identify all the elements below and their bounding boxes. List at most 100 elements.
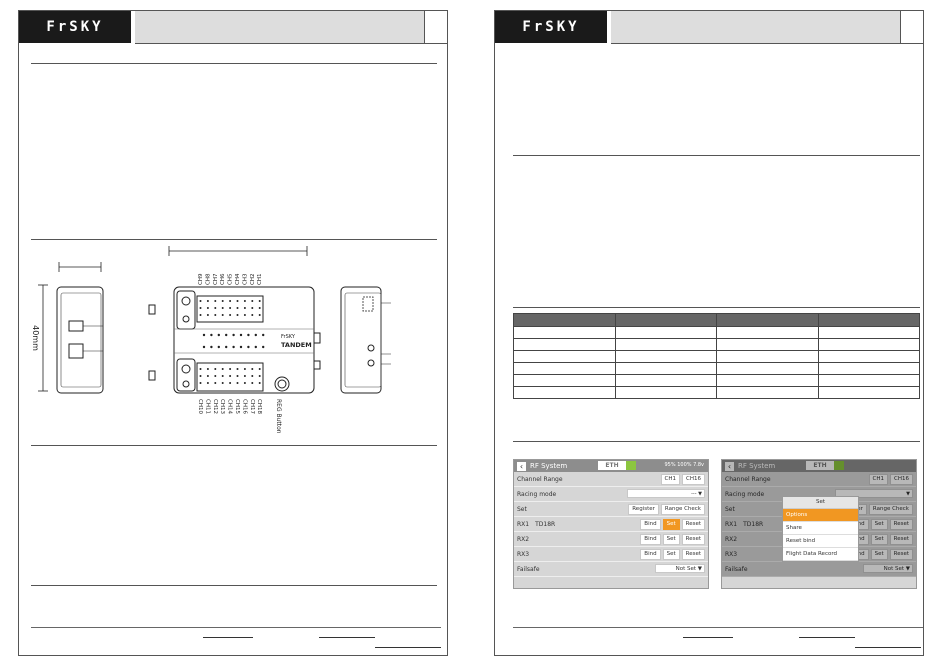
reset-button[interactable]: Reset xyxy=(889,549,913,560)
servo-pin xyxy=(206,300,209,302)
servo-pin xyxy=(199,368,202,370)
eth-indicator-green xyxy=(834,461,844,470)
footer-line xyxy=(31,627,441,628)
reg-button-label: REG Button xyxy=(275,399,282,434)
screen-title: RF System xyxy=(530,462,568,470)
bind-button[interactable]: Bind xyxy=(640,549,661,560)
left-page: FrSKY 40mm TANDEM FrSKY CH9 CH8 CH7 CH6 … xyxy=(18,10,448,656)
servo-pin xyxy=(229,300,232,302)
reset-button[interactable]: Reset xyxy=(681,549,705,560)
page-number-box xyxy=(424,11,447,44)
racing-mode-row: Racing mode --- ▼ xyxy=(514,487,708,502)
table-row xyxy=(513,338,920,351)
bind-button[interactable]: Bind xyxy=(640,519,661,530)
servo-pin xyxy=(243,382,246,384)
servo-pin xyxy=(251,314,254,316)
eth-indicator-green xyxy=(626,461,636,470)
channel-label-ch10: CH10 xyxy=(197,399,203,414)
servo-pin xyxy=(258,307,261,309)
servo-pin xyxy=(236,382,239,384)
servo-pin xyxy=(258,314,261,316)
row-label: RX2 xyxy=(725,535,738,543)
bind-button[interactable]: Bind xyxy=(640,534,661,545)
servo-pin xyxy=(199,300,202,302)
ch16-button[interactable]: CH16 xyxy=(682,474,705,485)
indicator-dot xyxy=(225,333,228,337)
set-button[interactable]: Set xyxy=(662,549,680,560)
servo-pin xyxy=(221,382,224,384)
page-header: FrSKY xyxy=(19,11,447,44)
page-number-box xyxy=(900,11,923,44)
channel-label-ch14: CH14 xyxy=(227,399,233,414)
servo-pin xyxy=(251,375,254,377)
servo-pin xyxy=(221,375,224,377)
reset-button[interactable]: Reset xyxy=(681,519,705,530)
set-button-active[interactable]: Set xyxy=(662,519,680,530)
range-check-button[interactable]: Range Check xyxy=(660,504,705,515)
dropdown-arrow-icon: ▼ xyxy=(697,566,702,572)
screen-title: RF System xyxy=(738,462,776,470)
page-header: FrSKY xyxy=(495,11,923,44)
set-button[interactable]: Set xyxy=(870,549,888,560)
header-bar xyxy=(611,11,901,44)
menu-item-flight-data-record[interactable]: Flight Data Record xyxy=(783,548,858,561)
section-divider xyxy=(31,63,437,64)
channel-label-ch4: CH4 xyxy=(235,273,241,285)
back-arrow-icon[interactable]: ‹ xyxy=(725,461,734,471)
channel-label-ch7: CH7 xyxy=(213,273,219,285)
dropdown-value: Not Set xyxy=(883,566,905,572)
servo-pin xyxy=(229,368,232,370)
indicator-dot xyxy=(202,345,206,349)
popup-title: Set xyxy=(783,497,858,509)
rf-system-screenshot: ‹ RF System ETH 95% 100% 7.8v Channel Ra… xyxy=(513,459,709,589)
row-label: Channel Range xyxy=(517,475,563,483)
servo-pin xyxy=(243,307,246,309)
servo-pin xyxy=(243,368,246,370)
racing-mode-dropdown[interactable]: --- ▼ xyxy=(627,489,705,498)
servo-pin xyxy=(243,375,246,377)
back-arrow-icon[interactable]: ‹ xyxy=(517,461,526,471)
channel-range-row: Channel Range CH1 CH16 xyxy=(722,472,916,487)
ch1-button[interactable]: CH1 xyxy=(868,474,889,485)
header-bar xyxy=(135,11,425,44)
tandem-label: TANDEM xyxy=(281,341,312,349)
reset-button[interactable]: Reset xyxy=(889,534,913,545)
set-row: Set Register Range Check xyxy=(514,502,708,517)
reset-button[interactable]: Reset xyxy=(889,519,913,530)
ch1-button[interactable]: CH1 xyxy=(660,474,681,485)
set-button[interactable]: Set xyxy=(662,534,680,545)
ch16-button[interactable]: CH16 xyxy=(890,474,913,485)
menu-item-share[interactable]: Share xyxy=(783,522,858,535)
failsafe-dropdown[interactable]: Not Set ▼ xyxy=(863,564,913,573)
footer-line xyxy=(513,627,923,628)
screen-title-bar: ‹ RF System ETH xyxy=(722,460,916,472)
servo-pin xyxy=(206,368,209,370)
reset-button[interactable]: Reset xyxy=(681,534,705,545)
row-label: Failsafe xyxy=(517,565,540,573)
failsafe-row: Failsafe Not Set ▼ xyxy=(514,562,708,577)
channel-label-ch5: CH5 xyxy=(228,273,234,285)
table-row xyxy=(513,386,920,399)
servo-pin xyxy=(236,300,239,302)
servo-pin xyxy=(214,300,217,302)
channel-label-ch12: CH12 xyxy=(212,399,218,414)
servo-pin xyxy=(229,314,232,316)
register-button[interactable]: Register xyxy=(628,504,659,515)
servo-pin xyxy=(221,307,224,309)
set-button[interactable]: Set xyxy=(870,534,888,545)
footer-underline xyxy=(683,637,733,638)
range-check-button[interactable]: Range Check xyxy=(868,504,913,515)
failsafe-row: Failsafe Not Set ▼ xyxy=(722,562,916,577)
table-row xyxy=(513,362,920,375)
spec-table xyxy=(513,313,920,399)
servo-pin xyxy=(258,375,261,377)
row-label: Failsafe xyxy=(725,565,748,573)
menu-item-reset-bind[interactable]: Reset bind xyxy=(783,535,858,548)
failsafe-dropdown[interactable]: Not Set ▼ xyxy=(655,564,705,573)
rx3-row: RX3 BindSetReset xyxy=(514,547,708,562)
servo-pin xyxy=(243,300,246,302)
set-button[interactable]: Set xyxy=(870,519,888,530)
eth-indicator: ETH xyxy=(598,461,626,470)
servo-pin xyxy=(206,307,209,309)
menu-item-options[interactable]: Options xyxy=(783,509,858,522)
